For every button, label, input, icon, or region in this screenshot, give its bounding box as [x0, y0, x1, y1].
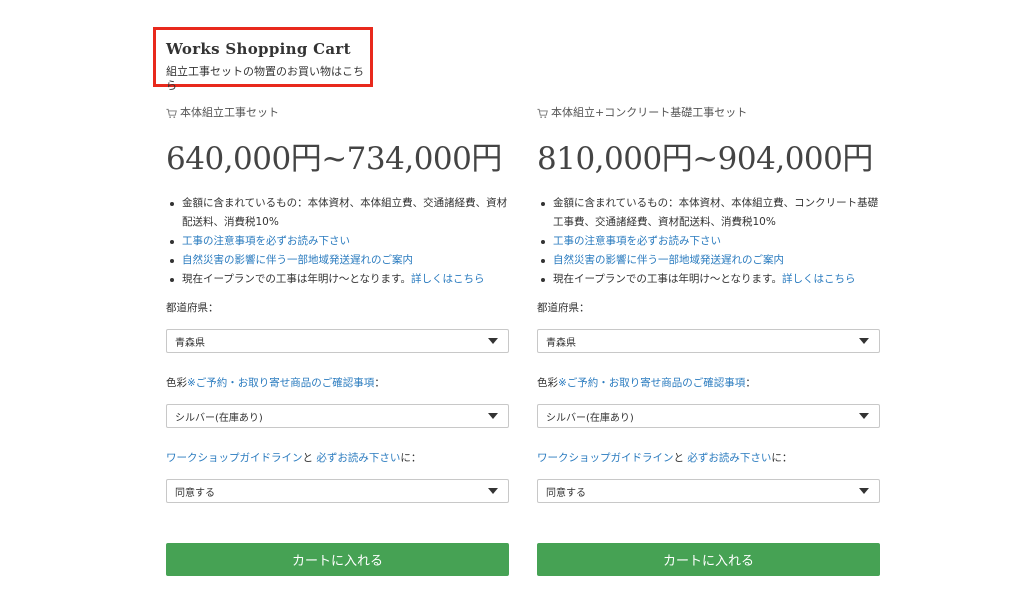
guideline-label-row: ワークショップガイドラインと 必ずお読み下さいに：	[166, 451, 509, 465]
add-to-cart-button[interactable]: カートに入れる	[537, 543, 880, 576]
notes-link[interactable]: 工事の注意事項を必ずお読み下さい	[553, 235, 721, 247]
color-label-row: 色彩※ご予約・お取り寄せ商品のご確認事項：	[166, 376, 509, 390]
color-label-suffix: ：	[374, 377, 385, 389]
must-read-link[interactable]: 必ずお読み下さい	[687, 452, 771, 464]
details-link[interactable]: 詳しくはこちら	[411, 273, 485, 285]
notes-link[interactable]: 工事の注意事項を必ずお読み下さい	[182, 235, 350, 247]
agree-value: 同意する	[175, 487, 215, 499]
list-item: 現在イープランでの工事は年明け〜となります。詳しくはこちら	[537, 270, 880, 289]
details-link[interactable]: 詳しくはこちら	[782, 273, 856, 285]
prefecture-label: 都道府県：	[166, 302, 219, 314]
page-subtitle: 組立工事セットの物置のお買い物はこちら	[166, 65, 364, 92]
chevron-down-icon	[859, 338, 869, 344]
product-price: 640,000円~734,000円	[166, 141, 502, 177]
product-card-assembly: 本体組立工事セット 640,000円~734,000円 金額に含まれているもの：…	[166, 105, 509, 576]
chevron-down-icon	[488, 338, 498, 344]
chevron-down-icon	[488, 413, 498, 419]
product-card-assembly-concrete: 本体組立+コンクリート基礎工事セット 810,000円~904,000円 金額に…	[537, 105, 880, 576]
list-item: 工事の注意事項を必ずお読み下さい	[537, 232, 880, 251]
list-item: 金額に含まれているもの：本体資材、本体組立費、交通諸経費、資材配送料、消費税10…	[166, 194, 509, 232]
product-title: 本体組立工事セット	[166, 105, 509, 121]
color-label: 色彩	[537, 377, 558, 389]
prefecture-select[interactable]: 青森県	[537, 329, 880, 353]
guideline-and: と	[302, 452, 314, 464]
chevron-down-icon	[488, 488, 498, 494]
workshop-guideline-link[interactable]: ワークショップガイドライン	[166, 452, 303, 464]
agree-select[interactable]: 同意する	[537, 479, 880, 503]
schedule-text: 現在イープランでの工事は年明け〜となります。	[553, 273, 783, 285]
guideline-and: と	[673, 452, 685, 464]
product-title: 本体組立+コンクリート基礎工事セット	[537, 105, 880, 121]
color-label-row: 色彩※ご予約・お取り寄せ商品のご確認事項：	[537, 376, 880, 390]
list-item: 現在イープランでの工事は年明け〜となります。詳しくはこちら	[166, 270, 509, 289]
color-label-suffix: ：	[745, 377, 756, 389]
must-read-link[interactable]: 必ずお読み下さい	[316, 452, 400, 464]
disaster-notice-link[interactable]: 自然災害の影響に伴う一部地域発送遅れのご案内	[553, 254, 784, 266]
prefecture-value: 青森県	[175, 337, 205, 349]
prefecture-label: 都道府県：	[537, 302, 590, 314]
reservation-notice-link[interactable]: ※ご予約・お取り寄せ商品のご確認事項	[558, 377, 745, 389]
chevron-down-icon	[859, 488, 869, 494]
list-item: 自然災害の影響に伴う一部地域発送遅れのご案内	[537, 251, 880, 270]
color-value: シルバー(在庫あり)	[175, 412, 263, 424]
agree-select[interactable]: 同意する	[166, 479, 509, 503]
product-title-text: 本体組立工事セット	[180, 106, 279, 119]
color-select[interactable]: シルバー(在庫あり)	[537, 404, 880, 428]
color-select[interactable]: シルバー(在庫あり)	[166, 404, 509, 428]
schedule-text: 現在イープランでの工事は年明け〜となります。	[182, 273, 412, 285]
header-highlight-box: Works Shopping Cart 組立工事セットの物置のお買い物はこちら	[153, 27, 373, 92]
prefecture-value: 青森県	[546, 337, 576, 349]
agree-value: 同意する	[546, 487, 586, 499]
list-item: 工事の注意事項を必ずお読み下さい	[166, 232, 509, 251]
page-title: Works Shopping Cart	[166, 40, 351, 58]
disaster-notice-link[interactable]: 自然災害の影響に伴う一部地域発送遅れのご案内	[182, 254, 413, 266]
reservation-notice-link[interactable]: ※ご予約・お取り寄せ商品のご確認事項	[187, 377, 374, 389]
product-info-list: 金額に含まれているもの：本体資材、本体組立費、交通諸経費、資材配送料、消費税10…	[166, 194, 509, 289]
color-value: シルバー(在庫あり)	[546, 412, 634, 424]
guideline-suffix: に：	[400, 452, 422, 464]
cart-icon	[537, 108, 548, 118]
chevron-down-icon	[859, 413, 869, 419]
product-info-list: 金額に含まれているもの：本体資材、本体組立費、コンクリート基礎工事費、交通諸経費…	[537, 194, 880, 289]
add-to-cart-button[interactable]: カートに入れる	[166, 543, 509, 576]
product-title-text: 本体組立+コンクリート基礎工事セット	[551, 106, 748, 119]
guideline-suffix: に：	[771, 452, 793, 464]
list-item: 自然災害の影響に伴う一部地域発送遅れのご案内	[166, 251, 509, 270]
guideline-label-row: ワークショップガイドラインと 必ずお読み下さいに：	[537, 451, 880, 465]
color-label: 色彩	[166, 377, 187, 389]
workshop-guideline-link[interactable]: ワークショップガイドライン	[537, 452, 674, 464]
list-item: 金額に含まれているもの：本体資材、本体組立費、コンクリート基礎工事費、交通諸経費…	[537, 194, 880, 232]
cart-icon	[166, 108, 177, 118]
prefecture-select[interactable]: 青森県	[166, 329, 509, 353]
product-price: 810,000円~904,000円	[537, 141, 873, 177]
